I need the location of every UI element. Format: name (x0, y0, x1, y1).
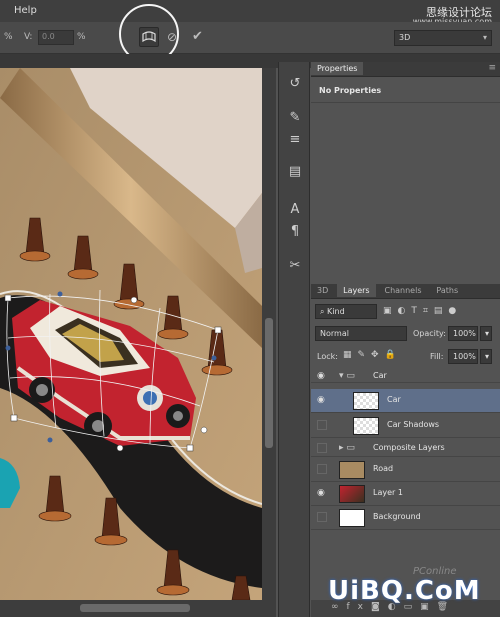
filter-icons[interactable]: ▣◐T⌗▤● (383, 306, 462, 316)
layer-thumbnail (339, 485, 365, 503)
layer-name: Layer 1 (373, 488, 403, 497)
kind-label: Kind (327, 307, 345, 316)
layer-thumbnail (353, 417, 379, 435)
tab-layers[interactable]: Layers (337, 284, 376, 297)
panel-icon-column: ↺ ✎ ≡ ▤ A ¶ ✂ (278, 62, 310, 617)
menu-help[interactable]: Help (14, 5, 37, 16)
canvas-image (0, 68, 262, 600)
visibility-box[interactable] (317, 420, 327, 430)
tools-icon[interactable]: ✂ (283, 256, 307, 276)
opacity-label: Opacity: (413, 329, 446, 338)
fill-arrow-icon[interactable]: ▾ (480, 349, 492, 364)
mode-select[interactable]: 3D ▾ (394, 30, 492, 46)
layer-name: Composite Layers (373, 443, 445, 452)
folder-icon: ▾ ▭ (339, 371, 355, 381)
layer-name: Car Shadows (387, 420, 440, 429)
visibility-box[interactable] (317, 464, 327, 474)
document-canvas[interactable] (0, 68, 262, 600)
properties-content: No Properties (319, 86, 382, 95)
paragraph-icon[interactable]: ¶ (283, 222, 307, 242)
folder-icon: ▸ ▭ (339, 443, 355, 453)
layer-thumbnail (353, 392, 379, 410)
layer-name: Road (373, 464, 394, 473)
kind-filter[interactable]: ⌕ Kind (315, 304, 377, 319)
layer-row-car[interactable]: ◉ Car (311, 389, 500, 413)
layer-comps-icon[interactable]: ▤ (283, 162, 307, 182)
percent-label-2: % (77, 32, 86, 42)
lock-icons[interactable]: ▦✎✥🔒 (343, 350, 402, 360)
percent-label: % (4, 32, 13, 42)
horizontal-scroll-thumb[interactable] (80, 604, 190, 612)
cancel-transform-icon[interactable]: ⊘ (167, 30, 177, 44)
commit-transform-icon[interactable]: ✔ (192, 29, 203, 44)
fill-label: Fill: (430, 352, 444, 361)
site-watermark: UiBQ.CoM (328, 576, 481, 606)
divider (311, 102, 500, 103)
blend-mode-select[interactable]: Normal (315, 326, 407, 341)
layer-row-layer1[interactable]: ◉ Layer 1 (311, 482, 500, 506)
layer-name: Background (373, 512, 421, 521)
vertical-scroll-thumb[interactable] (265, 318, 273, 448)
v-input[interactable]: 0.0 (38, 30, 74, 45)
layer-row-group-composite[interactable]: ▸ ▭ Composite Layers (311, 439, 500, 457)
layer-row-car-shadows[interactable]: Car Shadows (311, 414, 500, 438)
tab-3d[interactable]: 3D (311, 284, 334, 297)
horizontal-scrollbar[interactable] (0, 600, 276, 617)
opacity-arrow-icon[interactable]: ▾ (480, 326, 492, 341)
search-icon: ⌕ (320, 307, 328, 316)
panel-menu-icon[interactable]: ≡ (488, 63, 496, 73)
eye-icon[interactable]: ◉ (317, 395, 329, 407)
character-icon[interactable]: A (283, 200, 307, 220)
blend-mode-value: Normal (320, 329, 349, 338)
layer-row-background[interactable]: Background (311, 506, 500, 530)
history-icon[interactable]: ↺ (283, 74, 307, 94)
layers-tab-bar: 3D Layers Channels Paths (311, 284, 500, 299)
mode-value: 3D (399, 33, 411, 42)
layer-name: Car (373, 371, 387, 380)
menu-bar: Help 思缘设计论坛 www.missyuan.com (0, 0, 500, 26)
brush-icon[interactable]: ✎ (283, 108, 307, 128)
layer-thumbnail (339, 509, 365, 527)
layer-name: Car (387, 395, 401, 404)
options-bar: % V: 0.0 % 3D ▾ (0, 22, 500, 54)
layers-panel: 3D Layers Channels Paths ⌕ Kind ▣◐T⌗▤● N… (311, 284, 500, 617)
opacity-input[interactable]: 100% (448, 326, 478, 341)
visibility-box[interactable] (317, 443, 327, 453)
properties-tab-bar: Properties ≡ (311, 62, 500, 77)
vertical-scrollbar[interactable] (262, 68, 276, 600)
chevron-down-icon: ▾ (482, 33, 487, 42)
v-label: V: (24, 32, 33, 42)
adjust-icon[interactable]: ≡ (283, 130, 307, 150)
properties-panel: Properties ≡ No Properties (311, 62, 500, 274)
tab-properties[interactable]: Properties (311, 62, 364, 75)
tab-paths[interactable]: Paths (430, 284, 464, 297)
layer-thumbnail (339, 461, 365, 479)
visibility-box[interactable] (317, 512, 327, 522)
layer-row-road[interactable]: Road (311, 458, 500, 482)
layer-row-group-car[interactable]: ◉ ▾ ▭ Car (311, 369, 500, 383)
lock-label: Lock: (317, 352, 338, 361)
fill-input[interactable]: 100% (448, 349, 478, 364)
eye-icon[interactable]: ◉ (317, 371, 329, 383)
tab-channels[interactable]: Channels (378, 284, 427, 297)
eye-icon[interactable]: ◉ (317, 488, 329, 500)
